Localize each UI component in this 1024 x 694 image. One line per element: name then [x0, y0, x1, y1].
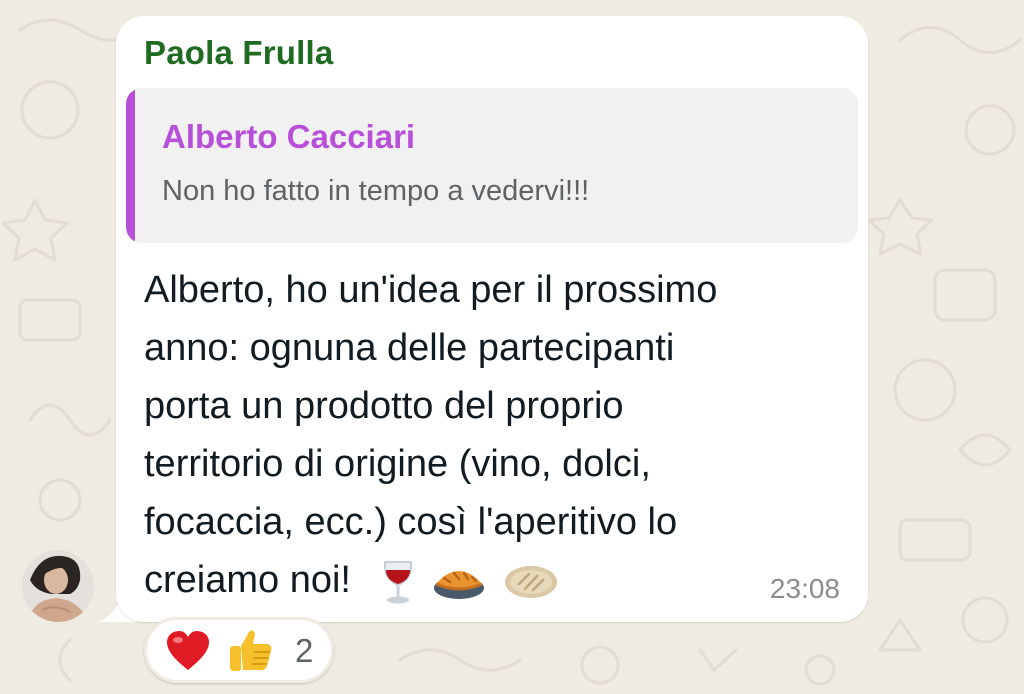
quoted-text: Non ho fatto in tempo a vedervi!!!	[162, 175, 590, 207]
message-line: territorio di origine (vino, dolci,	[144, 443, 651, 485]
thumbs-up-icon	[230, 630, 272, 671]
avatar-image	[22, 550, 94, 622]
message-line: Alberto, ho un'idea per il prossimo	[144, 269, 718, 311]
message-line: focaccia, ecc.) così l'aperitivo lo	[144, 501, 678, 543]
message-text: Alberto, ho un'idea per il prossimo anno…	[144, 261, 844, 609]
wine-glass-icon	[383, 561, 412, 604]
quoted-message[interactable]: Alberto Cacciari Non ho fatto in tempo a…	[126, 88, 858, 243]
reaction-count: 2	[295, 632, 314, 669]
message-line: anno: ognuna delle partecipanti	[144, 327, 675, 369]
message-line: creiamo noi!	[144, 559, 351, 601]
reactions-bar[interactable]: 2	[144, 617, 334, 683]
quoted-author: Alberto Cacciari	[162, 118, 416, 155]
quote-accent-bar	[126, 88, 135, 243]
message-line: porta un prodotto del proprio	[144, 385, 624, 427]
message-timestamp: 23:08	[769, 573, 840, 604]
sender-name[interactable]: Paola Frulla	[144, 34, 333, 72]
message-bubble[interactable]: Paola Frulla Alberto Cacciari Non ho fat…	[116, 16, 868, 622]
heart-icon	[167, 631, 209, 670]
message-last-line: creiamo noi!	[144, 551, 844, 609]
flatbread-icon	[504, 565, 557, 598]
pie-icon	[434, 570, 485, 599]
sender-avatar[interactable]	[22, 550, 94, 622]
